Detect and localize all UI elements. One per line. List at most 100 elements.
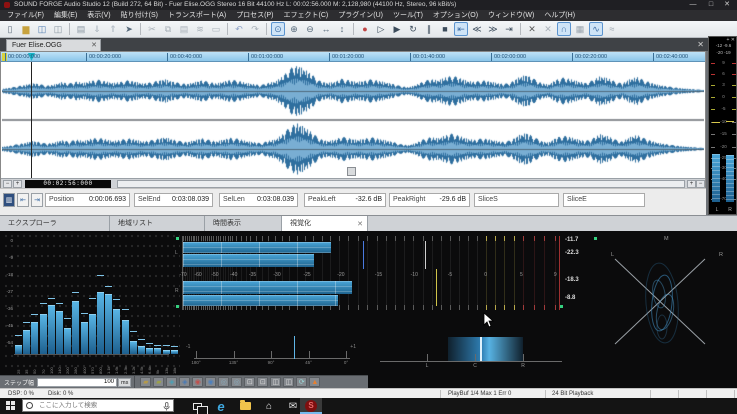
balance-meter[interactable]: LCR (376, 330, 566, 368)
panel-tab[interactable]: 時間表示 (205, 216, 282, 232)
view-left-button[interactable]: ◎ (218, 377, 229, 387)
snap-button[interactable]: ∩ (557, 22, 571, 36)
menu-item[interactable]: エフェクト(C) (279, 10, 334, 21)
minimize-button[interactable]: — (685, 0, 701, 10)
envelope-tool-button[interactable]: ≈ (605, 22, 619, 36)
pane-2-button[interactable]: ◫ (283, 377, 294, 387)
microphone-icon[interactable] (163, 402, 170, 411)
tab-close-icon[interactable]: ✕ (91, 40, 97, 51)
search-input[interactable] (37, 400, 155, 411)
menu-item[interactable]: 貼り付け(S) (116, 10, 163, 21)
delete-button[interactable]: ✕ (525, 22, 539, 36)
edge-icon[interactable]: e (210, 398, 232, 414)
file-properties-button[interactable]: ▤ (74, 22, 88, 36)
paste-button[interactable]: ▤ (177, 22, 191, 36)
magnify-button[interactable]: ⊕ (287, 22, 301, 36)
taskbar-search[interactable] (22, 399, 174, 412)
color-map-button[interactable]: ▲ (309, 377, 320, 387)
auto-ripple-button[interactable]: ▦ (573, 22, 587, 36)
layout-1-button[interactable]: ⊡ (244, 377, 255, 387)
menu-item[interactable]: 表示(V) (82, 10, 115, 21)
trim-button[interactable]: ▭ (209, 22, 223, 36)
undo-button[interactable]: ↶ (232, 22, 246, 36)
spectrum-analyzer[interactable]: 0-9-18-27-36-45-542535507010014020028040… (2, 233, 180, 386)
import-audio-button[interactable]: ⇓ (90, 22, 104, 36)
edit-tool-button[interactable]: ➤ (122, 22, 136, 36)
menu-item[interactable]: ファイル(F) (2, 10, 49, 21)
lock-loop-button[interactable]: ∿ (589, 22, 603, 36)
save-as-button[interactable]: ◫ (51, 22, 65, 36)
save-button[interactable]: ◫ (35, 22, 49, 36)
task-view-icon[interactable] (186, 398, 208, 414)
edit-mode-button[interactable]: ▥ (3, 193, 15, 207)
zoom-in-time-button[interactable]: ↔ (319, 22, 333, 36)
go-to-end-button[interactable]: ⇥ (502, 22, 516, 36)
pause-button[interactable]: ∥ (422, 22, 436, 36)
play-orb-button[interactable]: ◉ (205, 377, 216, 387)
phase-scope[interactable]: M L R (598, 232, 737, 377)
play-all-button[interactable]: ▷ (374, 22, 388, 36)
menu-item[interactable]: 編集(E) (49, 10, 82, 21)
play-button[interactable]: ▶ (390, 22, 404, 36)
layout-2-button[interactable]: ⊡ (257, 377, 268, 387)
zoom-tool-button[interactable]: ⊙ (271, 22, 285, 36)
zoom-out-end-button[interactable]: − (696, 180, 705, 188)
cut-button[interactable]: ✂ (145, 22, 159, 36)
selend-field[interactable]: SelEnd0:03:08.039 (134, 193, 213, 207)
pane-1-button[interactable]: ◫ (270, 377, 281, 387)
zoom-in-button[interactable]: + (13, 180, 22, 188)
maximize-button[interactable]: □ (703, 0, 719, 10)
peakright-field[interactable]: PeakRight-29.6 dB (389, 193, 470, 207)
refresh-button[interactable]: ⟳ (296, 377, 307, 387)
slices-field[interactable]: SliceS (474, 193, 559, 207)
menu-item[interactable]: ツール(T) (388, 10, 428, 21)
marker-b-button[interactable]: ▰ (153, 377, 164, 387)
document-tab[interactable]: Fuer Elise.OGG ✕ (6, 39, 101, 51)
view-right-button[interactable]: ◎ (231, 377, 242, 387)
waveform-display[interactable] (2, 62, 704, 178)
redo-button[interactable]: ↷ (248, 22, 262, 36)
menu-item[interactable]: オプション(O) (428, 10, 483, 21)
loop-playback-button[interactable]: ↻ (406, 22, 420, 36)
menu-item[interactable]: プラグイン(U) (333, 10, 388, 21)
panel-tab[interactable]: エクスプローラ (0, 216, 110, 232)
horizontal-level-meter[interactable]: -70-60-50-40-35-30-25-20-15-10-5059LR (182, 236, 560, 310)
marker-a-button[interactable]: ▰ (140, 377, 151, 387)
panel-tab-close-icon[interactable]: ✕ (357, 217, 363, 232)
store-icon[interactable]: ⌂ (258, 398, 280, 414)
go-to-start-button[interactable]: ⇤ (454, 22, 468, 36)
forward-button[interactable]: ≫ (486, 22, 500, 36)
copy-button[interactable]: ⧉ (161, 22, 175, 36)
new-file-button[interactable]: ▯ (3, 22, 17, 36)
position-field[interactable]: Position0:00:06.693 (45, 193, 130, 207)
rewind-button[interactable]: ≪ (470, 22, 484, 36)
stop-button[interactable]: ■ (438, 22, 452, 36)
menu-item[interactable]: ウィンドウ(W) (483, 10, 539, 21)
zoom-in-end-button[interactable]: + (687, 180, 696, 188)
goto-selection-end-button[interactable]: ⇥ (31, 193, 43, 207)
open-button[interactable]: ▆ (19, 22, 33, 36)
zoom-selection-button[interactable]: ⊖ (303, 22, 317, 36)
sellen-field[interactable]: SelLen0:03:08.039 (219, 193, 298, 207)
snapshot-a-button[interactable]: ◈ (166, 377, 177, 387)
slicee-field[interactable]: SliceE (563, 193, 645, 207)
export-audio-button[interactable]: ⇑ (106, 22, 120, 36)
peakleft-field[interactable]: PeakLeft-32.6 dB (304, 193, 386, 207)
panel-tab[interactable]: 視覚化✕ (282, 216, 368, 232)
crop-button[interactable]: ✕ (541, 22, 555, 36)
selection-grabber[interactable] (347, 167, 356, 176)
panel-tab[interactable]: 地域リスト (110, 216, 205, 232)
step-unit-dropdown[interactable]: ms (118, 378, 131, 387)
goto-selection-start-button[interactable]: ⇤ (17, 193, 29, 207)
time-ruler[interactable]: 00:00:00:00000:00:20:00000:00:40:00000:0… (1, 52, 705, 62)
snapshot-b-button[interactable]: ◈ (179, 377, 190, 387)
menu-item[interactable]: ヘルプ(H) (539, 10, 580, 21)
step-width-input[interactable] (37, 378, 117, 387)
mix-button[interactable]: ≋ (193, 22, 207, 36)
zoom-out-time-button[interactable]: ↕ (335, 22, 349, 36)
file-explorer-icon[interactable] (234, 398, 256, 414)
record-orb-button[interactable]: ◉ (192, 377, 203, 387)
close-button[interactable]: ✕ (719, 0, 735, 10)
start-button[interactable] (6, 401, 16, 411)
horizontal-scrollbar[interactable] (117, 180, 685, 188)
